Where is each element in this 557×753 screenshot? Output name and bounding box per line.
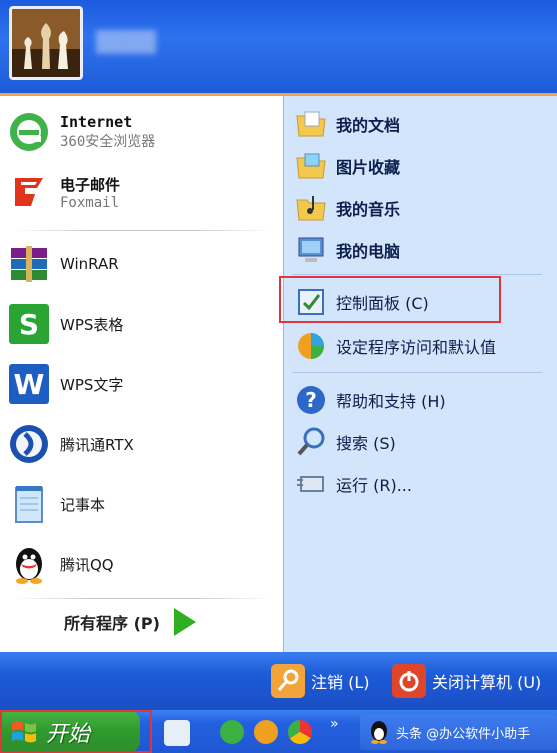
place-label-my-documents: 我的文档 [336,116,401,135]
pinned-title-email: 电子邮件 [60,175,121,194]
quicklaunch-browser-icon[interactable] [220,720,244,744]
recent-item-qq[interactable]: 腾讯QQ [6,536,276,592]
recent-item-rtx[interactable]: 腾讯通RTX [6,416,276,472]
quicklaunch-plus-icon[interactable] [254,720,278,744]
recent-label-notepad: 记事本 [60,495,106,514]
control-panel-item[interactable]: 控制面板 (C) [294,284,429,320]
search-item[interactable]: 搜索 (S) [294,424,396,460]
svg-text:S: S [19,308,39,341]
recent-label-rtx: 腾讯通RTX [60,435,134,454]
start-menu: Internet 360安全浏览器 电子邮件 Foxmail WinRAR S … [0,0,557,753]
run-item[interactable]: 运行 (R)... [294,466,412,502]
logoff-shutdown-bar: 注销 (L) 关闭计算机 (U) [0,652,557,710]
all-programs-label: 所有程序 (P) [64,614,160,633]
my-computer-icon [294,233,328,267]
start-menu-header [0,0,557,96]
ie-browser-icon [6,109,52,155]
wps-spreadsheet-icon: S [6,301,52,347]
help-support-label: 帮助和支持 (H) [336,392,446,411]
key-icon [271,664,305,698]
qq-icon [6,541,52,587]
my-music-folder-icon [294,191,328,225]
run-icon [294,467,328,501]
place-label-my-music: 我的音乐 [336,200,401,219]
shutdown-label: 关闭计算机 (U) [432,673,542,692]
recent-label-wps-spreadsheet: WPS表格 [60,315,124,334]
qq-taskbar-icon [368,720,390,744]
left-programs-pane: Internet 360安全浏览器 电子邮件 Foxmail WinRAR S … [0,96,283,652]
search-label: 搜索 (S) [336,434,396,453]
control-panel-icon [294,285,328,319]
recent-item-notepad[interactable]: 记事本 [6,476,276,532]
pinned-subtitle-internet: 360安全浏览器 [60,134,156,150]
places-separator [292,274,542,275]
my-documents-folder-icon [294,107,328,141]
place-my-documents[interactable]: 我的文档 [294,106,400,142]
pinned-item-email[interactable]: 电子邮件 Foxmail [6,164,276,220]
place-label-my-pictures: 图片收藏 [336,158,401,177]
recent-item-winrar[interactable]: WinRAR [6,236,276,292]
logoff-label: 注销 (L) [311,673,370,692]
right-places-pane: 我的文档 图片收藏 我的音乐 我的电脑 控制面板 (C) 设定程序访问和默认值 … [279,96,557,652]
my-pictures-folder-icon [294,149,328,183]
winrar-icon [6,241,52,287]
user-avatar[interactable] [9,6,83,80]
taskbar-task-label: 头条 @办公软件小助手 [396,726,531,742]
notepad-icon [6,481,52,527]
search-icon [294,425,328,459]
foxmail-icon [6,169,52,215]
recent-label-wps-writer: WPS文字 [60,375,124,394]
shutdown-button[interactable]: 关闭计算机 (U) [392,664,541,698]
recent-item-wps-writer[interactable]: W WPS文字 [6,356,276,412]
green-arrow-icon [173,608,196,636]
pinned-item-internet[interactable]: Internet 360安全浏览器 [6,104,276,160]
set-program-defaults-label: 设定程序访问和默认值 [336,338,497,357]
place-label-my-computer: 我的电脑 [336,242,401,261]
power-icon [392,664,426,698]
username-blurred [96,30,156,54]
help-icon: ? [294,383,328,417]
settings-separator [292,372,542,373]
pinned-subtitle-email: Foxmail [60,194,120,211]
quicklaunch-app-icon[interactable] [164,720,190,746]
run-label: 运行 (R)... [336,476,412,495]
help-support-item[interactable]: ? 帮助和支持 (H) [294,382,446,418]
recent-label-winrar: WinRAR [60,255,119,273]
recent-item-wps-spreadsheet[interactable]: S WPS表格 [6,296,276,352]
set-program-defaults-item[interactable]: 设定程序访问和默认值 [294,328,496,364]
place-my-pictures[interactable]: 图片收藏 [294,148,400,184]
all-programs-button[interactable]: 所有程序 (P) [64,608,196,636]
place-my-music[interactable]: 我的音乐 [294,190,400,226]
place-my-computer[interactable]: 我的电脑 [294,232,400,268]
quicklaunch-overflow[interactable]: » [330,716,339,732]
quicklaunch-chrome-icon[interactable] [288,720,312,744]
taskbar-qq-task[interactable]: 头条 @办公软件小助手 [360,714,557,750]
control-panel-label: 控制面板 (C) [336,294,429,313]
logoff-button[interactable]: 注销 (L) [271,664,370,698]
wps-writer-icon: W [6,361,52,407]
pinned-separator [12,230,272,231]
svg-text:?: ? [305,388,317,412]
taskbar: 开始 » 头条 @办公软件小助手 [0,710,557,753]
rtx-icon [6,421,52,467]
recent-label-qq: 腾讯QQ [60,555,114,574]
program-defaults-icon [294,329,328,363]
start-highlight-box [0,710,152,753]
pinned-title-internet: Internet [60,113,133,131]
svg-text:W: W [14,368,45,401]
all-programs-separator [12,598,272,599]
